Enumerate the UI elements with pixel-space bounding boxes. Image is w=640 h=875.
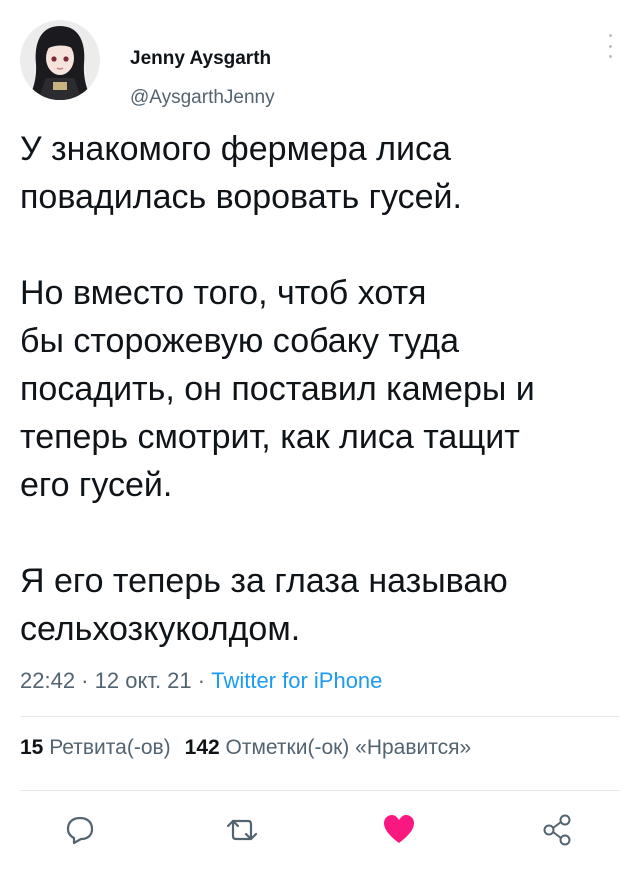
tweet-date[interactable]: 12 окт. 21 xyxy=(95,668,192,693)
tweet-header: Jenny Aysgarth @AysgarthJenny xyxy=(20,20,620,108)
tweet-text: У знакомого фермера лиса повадилась воро… xyxy=(20,130,535,648)
divider xyxy=(20,716,620,717)
heart-icon[interactable] xyxy=(379,810,419,850)
author-handle[interactable]: @AysgarthJenny xyxy=(130,87,275,109)
likes-count[interactable]: 142 xyxy=(185,736,220,759)
author-name[interactable]: Jenny Aysgarth xyxy=(130,48,271,70)
tweet-meta: 22:42 · 12 окт. 21 · Twitter for iPhone xyxy=(20,668,383,693)
divider xyxy=(20,790,620,791)
reply-icon[interactable] xyxy=(60,810,100,850)
more-options-icon[interactable] xyxy=(606,34,614,58)
retweets-label[interactable]: Ретвита(-ов) xyxy=(49,736,170,759)
likes-label[interactable]: Отметки(-ок) «Нравится» xyxy=(226,736,472,759)
avatar[interactable] xyxy=(20,20,100,100)
retweet-icon[interactable] xyxy=(222,810,262,850)
tweet-source[interactable]: Twitter for iPhone xyxy=(211,668,382,693)
share-icon[interactable] xyxy=(538,810,578,850)
retweets-count[interactable]: 15 xyxy=(20,736,43,759)
tweet-time[interactable]: 22:42 xyxy=(20,668,75,693)
action-bar xyxy=(0,800,640,860)
tweet-stats: 15 Ретвита(-ов) 142 Отметки(-ок) «Нравитс… xyxy=(20,736,471,760)
